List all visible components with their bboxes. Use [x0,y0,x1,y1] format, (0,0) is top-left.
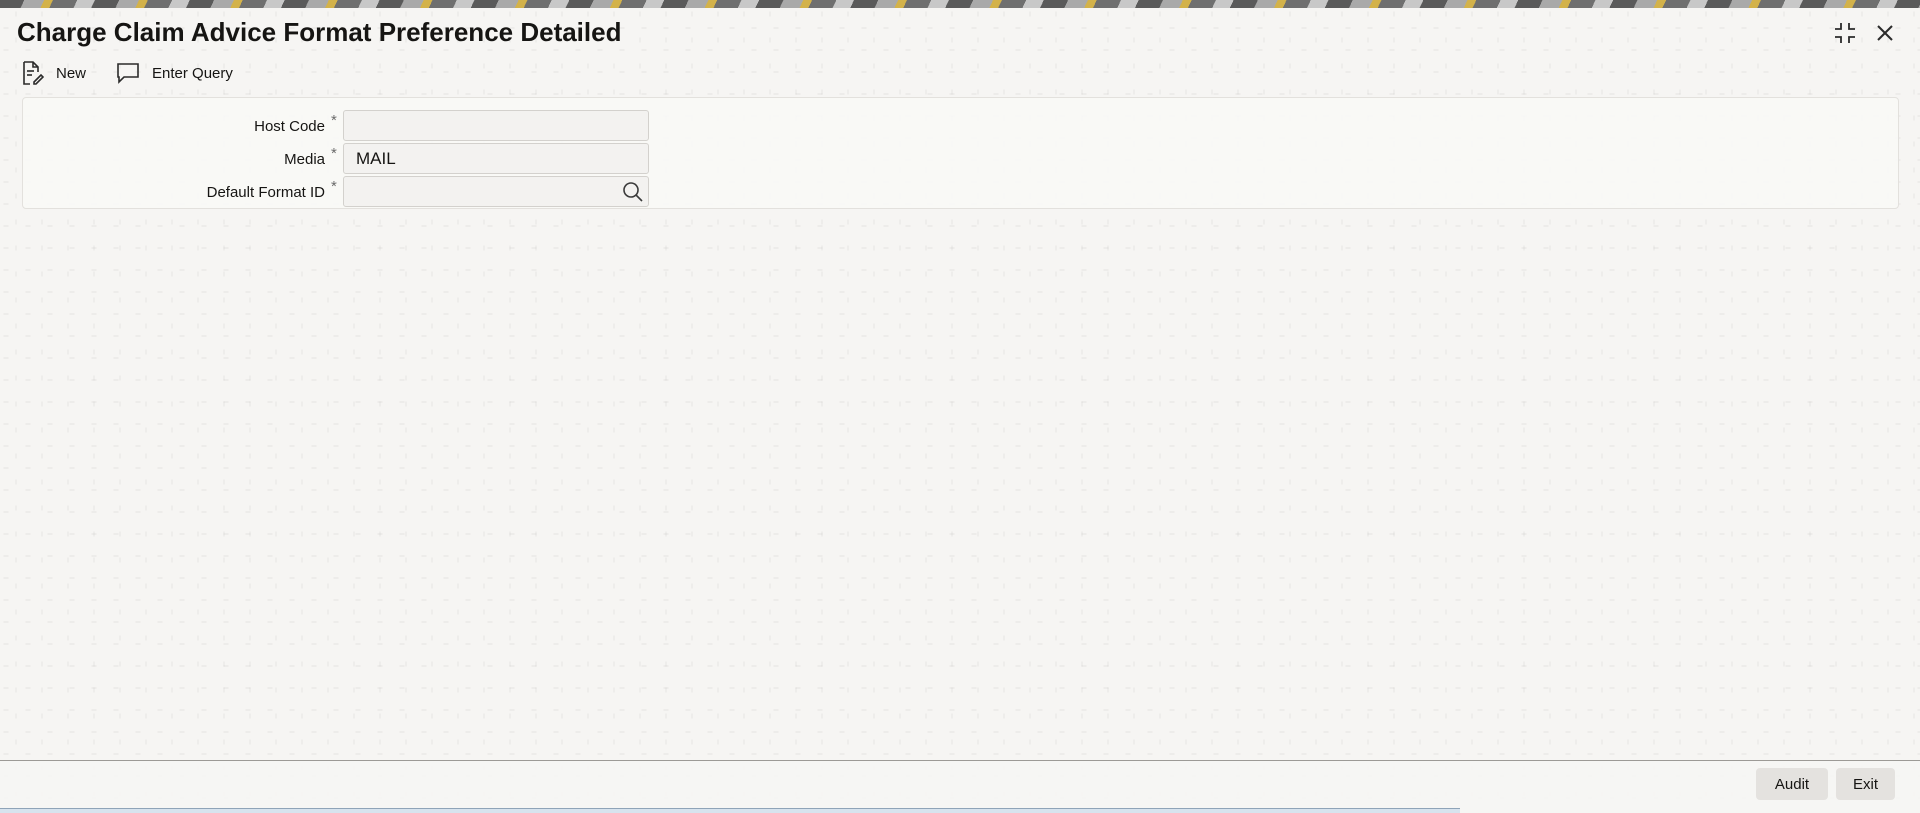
horizontal-scrollbar[interactable] [0,808,1460,813]
enter-query-label: Enter Query [152,64,233,82]
default-format-id-required-marker: * [331,178,337,195]
search-icon[interactable] [619,178,647,206]
new-label: New [56,64,87,82]
default-format-id-label: Default Format ID [206,183,325,201]
window-controls [1832,20,1898,46]
host-code-label: Host Code [254,117,325,135]
collapse-icon[interactable] [1832,20,1858,46]
document-edit-icon [18,59,46,87]
host-code-input[interactable] [343,110,649,141]
enter-query-button[interactable]: Enter Query [114,59,233,87]
footer-bar: Audit Exit [0,760,1920,813]
media-input[interactable] [343,143,649,174]
header-banner [0,0,1920,8]
exit-button[interactable]: Exit [1836,768,1895,800]
form-panel: Host Code * Media * Default Format ID * [22,97,1899,209]
page-title: Charge Claim Advice Format Preference De… [17,17,622,47]
new-button[interactable]: New [18,59,86,87]
speech-bubble-icon [114,59,142,87]
host-code-required-marker: * [331,112,337,129]
default-format-id-input[interactable] [343,176,649,207]
media-required-marker: * [331,145,337,162]
title-bar: Charge Claim Advice Format Preference De… [0,8,1920,56]
close-icon[interactable] [1872,20,1898,46]
toolbar: New Enter Query [18,58,233,88]
audit-button[interactable]: Audit [1756,768,1828,800]
media-label: Media [284,150,325,168]
